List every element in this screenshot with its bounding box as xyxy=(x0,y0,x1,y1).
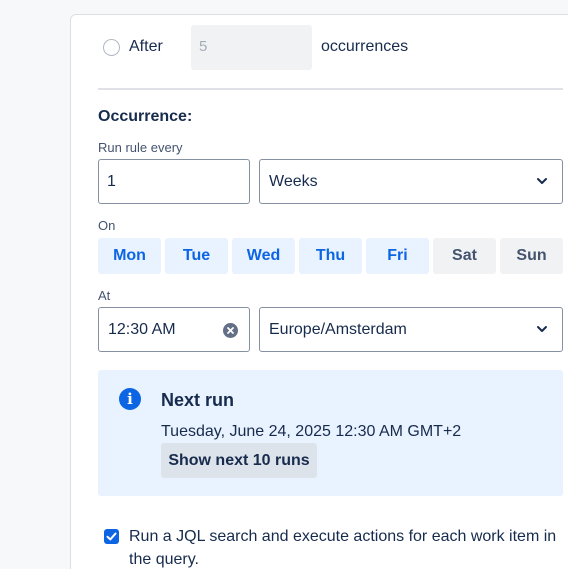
day-toggle-mon[interactable]: Mon xyxy=(98,238,161,274)
day-toggle-sat[interactable]: Sat xyxy=(433,238,496,274)
show-next-runs-button[interactable]: Show next 10 runs xyxy=(161,443,317,478)
next-run-title: Next run xyxy=(161,390,235,410)
time-input[interactable]: 12:30 AM xyxy=(98,307,250,352)
clear-icon[interactable] xyxy=(223,323,238,338)
chevron-down-icon xyxy=(537,326,547,332)
jql-checkbox[interactable] xyxy=(104,529,119,544)
after-radio[interactable] xyxy=(103,39,120,56)
jql-checkbox-label: Run a JQL search and execute actions for… xyxy=(129,528,557,568)
timezone-select[interactable]: Europe/Amsterdam xyxy=(259,307,563,352)
at-label: At xyxy=(98,288,111,303)
check-icon xyxy=(106,532,117,541)
occurrences-label: occurrences xyxy=(321,38,409,55)
day-toggle-sun[interactable]: Sun xyxy=(500,238,563,274)
interval-input[interactable]: 1 xyxy=(98,159,250,204)
info-icon: i xyxy=(119,388,141,410)
divider xyxy=(98,88,563,90)
day-toggle-wed[interactable]: Wed xyxy=(232,238,295,274)
time-input-value: 12:30 AM xyxy=(108,321,176,338)
day-toggle-tue[interactable]: Tue xyxy=(165,238,228,274)
on-label: On xyxy=(98,218,116,233)
run-every-label: Run rule every xyxy=(98,140,183,155)
unit-select-value: Weeks xyxy=(269,173,318,190)
occurrences-count-input[interactable]: 5 xyxy=(191,25,312,70)
timezone-select-value: Europe/Amsterdam xyxy=(269,321,407,338)
occurrence-title: Occurrence: xyxy=(98,108,193,125)
day-toggle-thu[interactable]: Thu xyxy=(299,238,362,274)
unit-select[interactable]: Weeks xyxy=(259,159,563,204)
next-run-date: Tuesday, June 24, 2025 12:30 AM GMT+2 xyxy=(161,423,462,440)
day-toggle-fri[interactable]: Fri xyxy=(366,238,429,274)
chevron-down-icon xyxy=(537,178,547,184)
after-label: After xyxy=(129,38,163,55)
